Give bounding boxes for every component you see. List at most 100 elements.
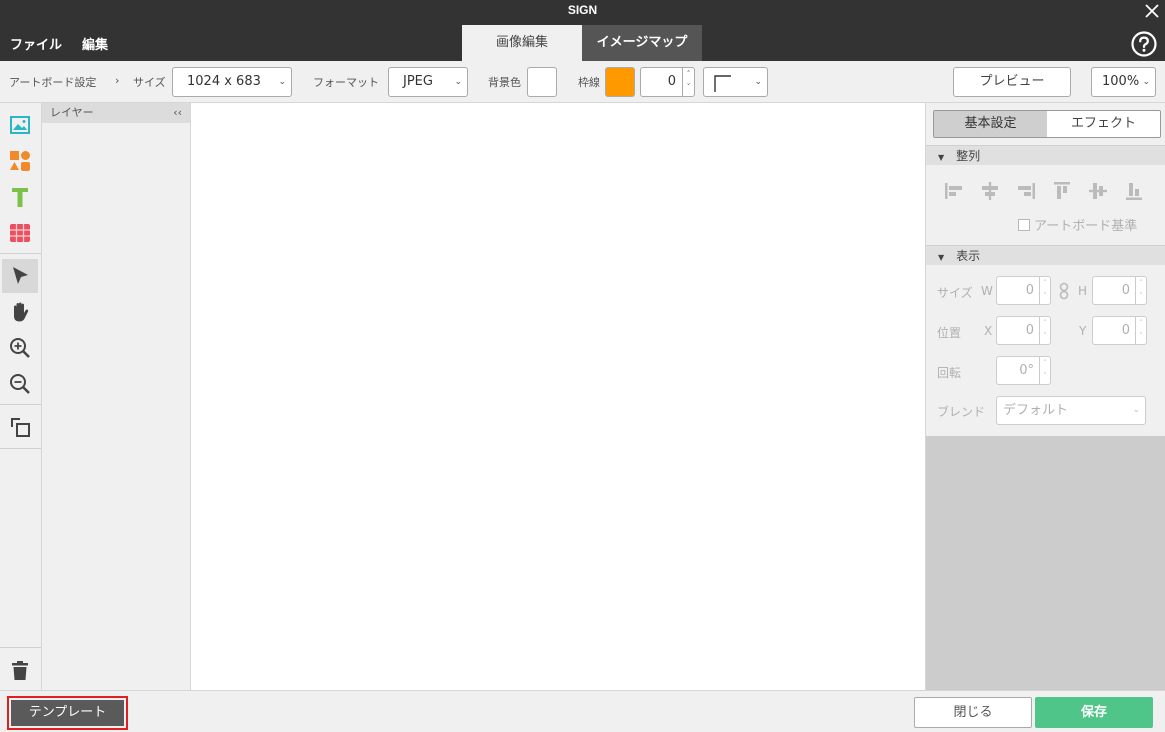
trash-icon — [12, 661, 28, 680]
height-stepper[interactable]: 0 ˄ ˅ — [1092, 276, 1147, 305]
chevron-down-icon: ▼ — [938, 253, 945, 262]
arrange-layers-icon — [11, 418, 30, 437]
format-label: フォーマット — [313, 76, 379, 89]
arrange-tool[interactable] — [2, 410, 38, 444]
divider — [0, 448, 41, 449]
help-icon[interactable] — [1131, 31, 1157, 57]
close-button[interactable]: 閉じる — [914, 697, 1032, 728]
align-section-header[interactable]: ▼ 整列 — [926, 145, 1165, 165]
template-button[interactable]: テンプレート — [11, 700, 124, 726]
chevron-down-icon: ⌄ — [1142, 77, 1150, 87]
cursor-arrow-icon — [13, 267, 28, 284]
x-stepper[interactable]: 0 ˄ ˅ — [996, 316, 1051, 345]
y-stepper[interactable]: 0 ˄ ˅ — [1092, 316, 1147, 345]
corner-style-select[interactable]: ⌄ — [703, 67, 768, 97]
chevron-down-icon: ⌄ — [754, 77, 762, 87]
divider — [0, 404, 41, 405]
format-select[interactable]: JPEG ⌄ — [388, 67, 468, 97]
rotation-stepper[interactable]: 0° ˄ ˅ — [996, 356, 1051, 385]
table-icon — [10, 224, 30, 242]
position-label: 位置 — [937, 326, 962, 340]
image-tool[interactable] — [2, 108, 38, 142]
chevron-down-icon: ⌄ — [1132, 405, 1140, 415]
stepper-arrows-icon[interactable]: ˄ ˅ — [682, 68, 694, 96]
stepper-arrows-icon[interactable]: ˄ ˅ — [1135, 317, 1146, 344]
bg-color-label: 背景色 — [488, 76, 521, 89]
select-tool[interactable] — [2, 259, 38, 293]
tab-effects[interactable]: エフェクト — [1047, 111, 1160, 137]
align-left-icon[interactable] — [944, 181, 964, 201]
divider — [0, 647, 41, 648]
layers-header: レイヤー ‹‹ — [42, 103, 190, 123]
title-bar: SIGN ファイル 編集 画像編集 イメージマップ — [0, 0, 1165, 61]
align-center-horizontal-icon[interactable] — [980, 181, 1000, 201]
stepper-arrows-icon[interactable]: ˄ ˅ — [1039, 277, 1050, 304]
divider — [0, 253, 41, 254]
properties-panel: 基本設定 エフェクト ▼ 整列 アートボード基準 ▼ 表示 サイズ W 0 ˄ … — [925, 103, 1165, 690]
height-label: H — [1078, 284, 1088, 298]
tab-basic-settings[interactable]: 基本設定 — [934, 111, 1047, 137]
size-select[interactable]: 1024 x 683 ⌄ — [172, 67, 292, 97]
rotation-label: 回転 — [937, 366, 962, 380]
stepper-arrows-icon[interactable]: ˄ ˅ — [1039, 317, 1050, 344]
shapes-icon — [10, 151, 30, 171]
layers-panel: レイヤー ‹‹ — [42, 103, 191, 690]
y-label: Y — [1079, 324, 1087, 338]
tool-strip — [0, 103, 42, 690]
mode-tabs: 画像編集 イメージマップ — [462, 25, 702, 61]
artboard-settings-label: アートボード設定 — [9, 76, 97, 89]
menu-bar: ファイル 編集 — [10, 34, 108, 53]
bg-color-swatch[interactable] — [527, 67, 557, 97]
border-label: 枠線 — [578, 76, 600, 89]
align-top-icon[interactable] — [1052, 181, 1072, 201]
app-title: SIGN — [567, 3, 598, 17]
close-icon[interactable] — [1143, 2, 1161, 20]
zoom-in-icon — [10, 338, 30, 358]
layers-title: レイヤー — [50, 106, 94, 119]
tab-image-edit[interactable]: 画像編集 — [462, 25, 582, 61]
align-center-vertical-icon[interactable] — [1088, 181, 1108, 201]
artboard-base-checkbox[interactable] — [1018, 218, 1030, 231]
toolbar: アートボード設定 › サイズ 1024 x 683 ⌄ フォーマット JPEG … — [0, 61, 1165, 103]
text-icon — [12, 188, 28, 207]
zoom-select[interactable]: 100% ⌄ — [1091, 67, 1156, 97]
blend-select[interactable]: デフォルト ⌄ — [996, 396, 1146, 425]
app-window: SIGN ファイル 編集 画像編集 イメージマップ アートボード設定 › サイズ… — [0, 0, 1165, 732]
align-buttons — [944, 181, 1144, 201]
link-chain-icon[interactable] — [1059, 282, 1069, 300]
chevron-down-icon: ⌄ — [454, 77, 462, 87]
size-prop-label: サイズ — [937, 286, 973, 300]
collapse-panel-icon[interactable]: ‹‹ — [173, 103, 182, 123]
chevron-down-icon: ⌄ — [278, 77, 286, 87]
menu-file[interactable]: ファイル — [10, 34, 62, 53]
breadcrumb-separator: › — [115, 74, 120, 87]
zoom-out-icon — [10, 374, 30, 394]
trash-tool[interactable] — [2, 653, 38, 687]
text-tool[interactable] — [2, 180, 38, 214]
border-color-swatch[interactable] — [605, 67, 635, 97]
size-label: サイズ — [133, 76, 166, 89]
shape-tool[interactable] — [2, 144, 38, 178]
image-icon — [10, 116, 30, 134]
align-bottom-icon[interactable] — [1124, 181, 1144, 201]
bottom-bar: テンプレート 閉じる 保存 — [0, 690, 1165, 732]
width-label: W — [981, 284, 993, 298]
artboard-base-option[interactable]: アートボード基準 — [1018, 215, 1137, 234]
save-button[interactable]: 保存 — [1035, 697, 1153, 728]
zoom-out-tool[interactable] — [2, 367, 38, 401]
hand-tool[interactable] — [2, 295, 38, 329]
preview-button[interactable]: プレビュー — [953, 67, 1071, 97]
properties-content: 基本設定 エフェクト ▼ 整列 アートボード基準 ▼ 表示 サイズ W 0 ˄ … — [926, 103, 1165, 436]
tab-image-map[interactable]: イメージマップ — [582, 25, 702, 61]
zoom-in-tool[interactable] — [2, 331, 38, 365]
align-right-icon[interactable] — [1016, 181, 1036, 201]
table-tool[interactable] — [2, 216, 38, 250]
stepper-arrows-icon[interactable]: ˄ ˅ — [1135, 277, 1146, 304]
display-section-header[interactable]: ▼ 表示 — [926, 245, 1165, 265]
border-width-stepper[interactable]: 0 ˄ ˅ — [640, 67, 695, 97]
width-stepper[interactable]: 0 ˄ ˅ — [996, 276, 1051, 305]
hand-icon — [14, 302, 29, 322]
menu-edit[interactable]: 編集 — [82, 34, 108, 53]
artboard-canvas[interactable] — [192, 103, 925, 690]
stepper-arrows-icon[interactable]: ˄ ˅ — [1039, 357, 1050, 384]
